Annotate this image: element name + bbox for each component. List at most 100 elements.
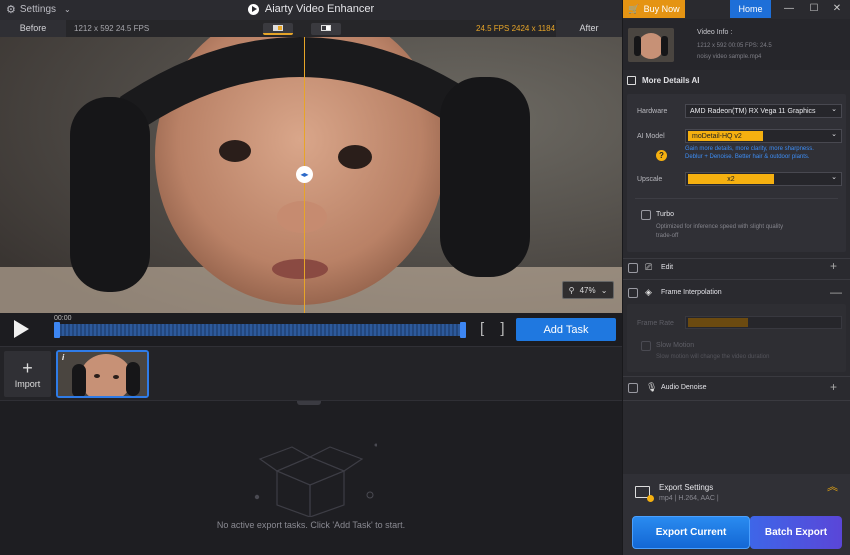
app-logo-icon [247,3,259,15]
minimize-icon[interactable]: — [781,2,797,16]
drag-arrows-icon: ◂▸ [300,170,309,179]
video-filename: noisy video sample.mp4 [697,54,762,60]
ai-model-value: moDetail-HQ v2 [692,132,742,140]
chevron-double-up-icon[interactable]: ︽ [827,482,838,493]
resize-grip[interactable] [297,401,321,405]
app-title-text: Aiarty Video Enhancer [264,3,375,15]
home-button[interactable]: Home [730,0,771,18]
right-panel: 🛒 Buy Now Home — ☐ ✕ Video Info : 1212 x… [622,0,850,555]
after-label: After [556,20,622,37]
before-label: Before [0,20,66,37]
split-handle[interactable]: ◂▸ [296,166,313,183]
ai-model-label: AI Model [637,133,665,140]
ai-model-select[interactable]: moDetail-HQ v2 ⌄ [685,129,842,143]
chevron-down-icon: ⌄ [600,285,608,295]
compare-info-bar: Before 1212 x 592 24.5 FPS 24.5 FPS 2424… [0,20,622,37]
expand-plus-icon[interactable]: + [830,380,837,394]
zoom-value: 47% [579,285,596,295]
ai-model-description-1: Gain more details, more clarity, more sh… [685,146,814,152]
side-by-side-icon [321,25,331,31]
chevron-down-icon: ⌄ [831,106,837,113]
chevron-down-icon: ⌄ [831,174,837,181]
slow-motion-label: Slow Motion [656,342,695,349]
divider [623,400,850,401]
export-settings-detail: mp4 | H.264, AAC | [659,495,719,502]
export-current-button[interactable]: Export Current [632,516,750,549]
frame-rate-label: Frame Rate [637,320,674,327]
cart-icon: 🛒 [628,3,640,14]
side-by-side-toggle[interactable] [311,23,341,35]
maximize-icon[interactable]: ☐ [806,2,822,16]
source-info: 1212 x 592 24.5 FPS [74,24,150,33]
frame-interpolation-label: Frame Interpolation [661,289,722,296]
ai-model-chip: moDetail-HQ v2 [688,131,763,141]
edit-checkbox[interactable] [628,263,638,273]
frame-interpolation-icon: ◈ [645,287,652,297]
help-icon[interactable]: ? [656,150,667,161]
export-settings-title[interactable]: Export Settings [659,483,713,492]
divider [623,376,850,377]
frame-interpolation-checkbox[interactable] [628,288,638,298]
collapse-minus-icon[interactable]: — [830,285,842,299]
export-panel: Export Settings mp4 | H.264, AAC | ︽ Exp… [623,474,850,555]
play-button[interactable] [12,319,30,339]
frame-rate-select [685,316,842,329]
zoom-control[interactable]: ⚲ 47% ⌄ [562,281,614,299]
frame-interpolation-box: Frame Rate Slow Motion Slow motion will … [627,304,846,372]
split-view-icon [273,25,283,31]
ai-model-description-2: Deblur + Denoise. Better hair & outdoor … [685,154,810,160]
magnifier-icon: ⚲ [568,285,575,295]
slow-motion-description: Slow motion will change the video durati… [656,354,770,360]
turbo-checkbox[interactable] [641,210,651,220]
turbo-divider [635,198,838,199]
divider [623,258,850,259]
info-badge[interactable]: i [62,353,64,362]
audio-denoise-checkbox[interactable] [628,383,638,393]
ai-settings-box: Hardware AMD Radeon(TM) RX Vega 11 Graph… [627,94,846,252]
upscale-value: x2 [727,175,735,183]
empty-tasks-message: No active export tasks. Click 'Add Task'… [216,520,406,530]
plus-icon: + [22,357,33,378]
trim-brackets-icon[interactable]: [ ] [480,320,511,337]
microphone-icon: 🎙 [646,382,658,392]
hardware-select[interactable]: AMD Radeon(TM) RX Vega 11 Graphics ⌄ [685,104,842,118]
add-task-button[interactable]: Add Task [516,318,616,341]
empty-box-icon [254,443,377,517]
trim-end-handle[interactable] [460,322,466,338]
edit-label: Edit [661,264,674,271]
video-preview[interactable]: ◂▸ ⚲ 47% ⌄ [0,37,622,313]
hardware-value: AMD Radeon(TM) RX Vega 11 Graphics [690,107,816,115]
hardware-label: Hardware [637,108,668,115]
slow-motion-checkbox [641,341,651,351]
current-time: 00:00 [54,315,72,322]
import-label: Import [14,378,41,389]
timeline-track[interactable] [54,324,466,336]
trim-start-handle[interactable] [54,322,60,338]
thumbnail-image [58,352,147,396]
batch-export-button[interactable]: Batch Export [750,516,842,549]
buy-now-button[interactable]: 🛒 Buy Now [623,0,685,18]
video-info-title: Video Info : [697,29,733,36]
expand-plus-icon[interactable]: + [830,259,837,273]
divider [623,279,850,280]
upscale-chip: x2 [688,174,774,184]
turbo-description-2: trade-off [656,233,679,239]
video-thumbnail[interactable]: i [56,350,149,398]
close-icon[interactable]: ✕ [829,2,845,16]
video-info-details: 1212 x 592 00:05 FPS: 24.5 [697,43,772,49]
export-task-area: No active export tasks. Click 'Add Task'… [0,400,622,555]
chevron-down-icon: ⌄ [831,131,837,138]
video-info-thumbnail-image [628,28,674,62]
task-strip: + Import i [0,346,622,400]
expand-icon [627,75,636,85]
app-title: Aiarty Video Enhancer [0,3,622,15]
output-info: 24.5 FPS 2424 x 1184 [476,24,556,33]
upscale-select[interactable]: x2 ⌄ [685,172,842,186]
turbo-label: Turbo [656,211,675,218]
more-details-title: More Details AI [642,75,700,85]
import-button[interactable]: + Import [4,351,51,397]
split-view-toggle[interactable] [263,23,293,35]
video-info-panel: Video Info : 1212 x 592 00:05 FPS: 24.5 … [623,19,850,70]
audio-denoise-label: Audio Denoise [661,384,707,391]
timeline-bar: 00:00 [ ] Add Task [0,313,622,346]
